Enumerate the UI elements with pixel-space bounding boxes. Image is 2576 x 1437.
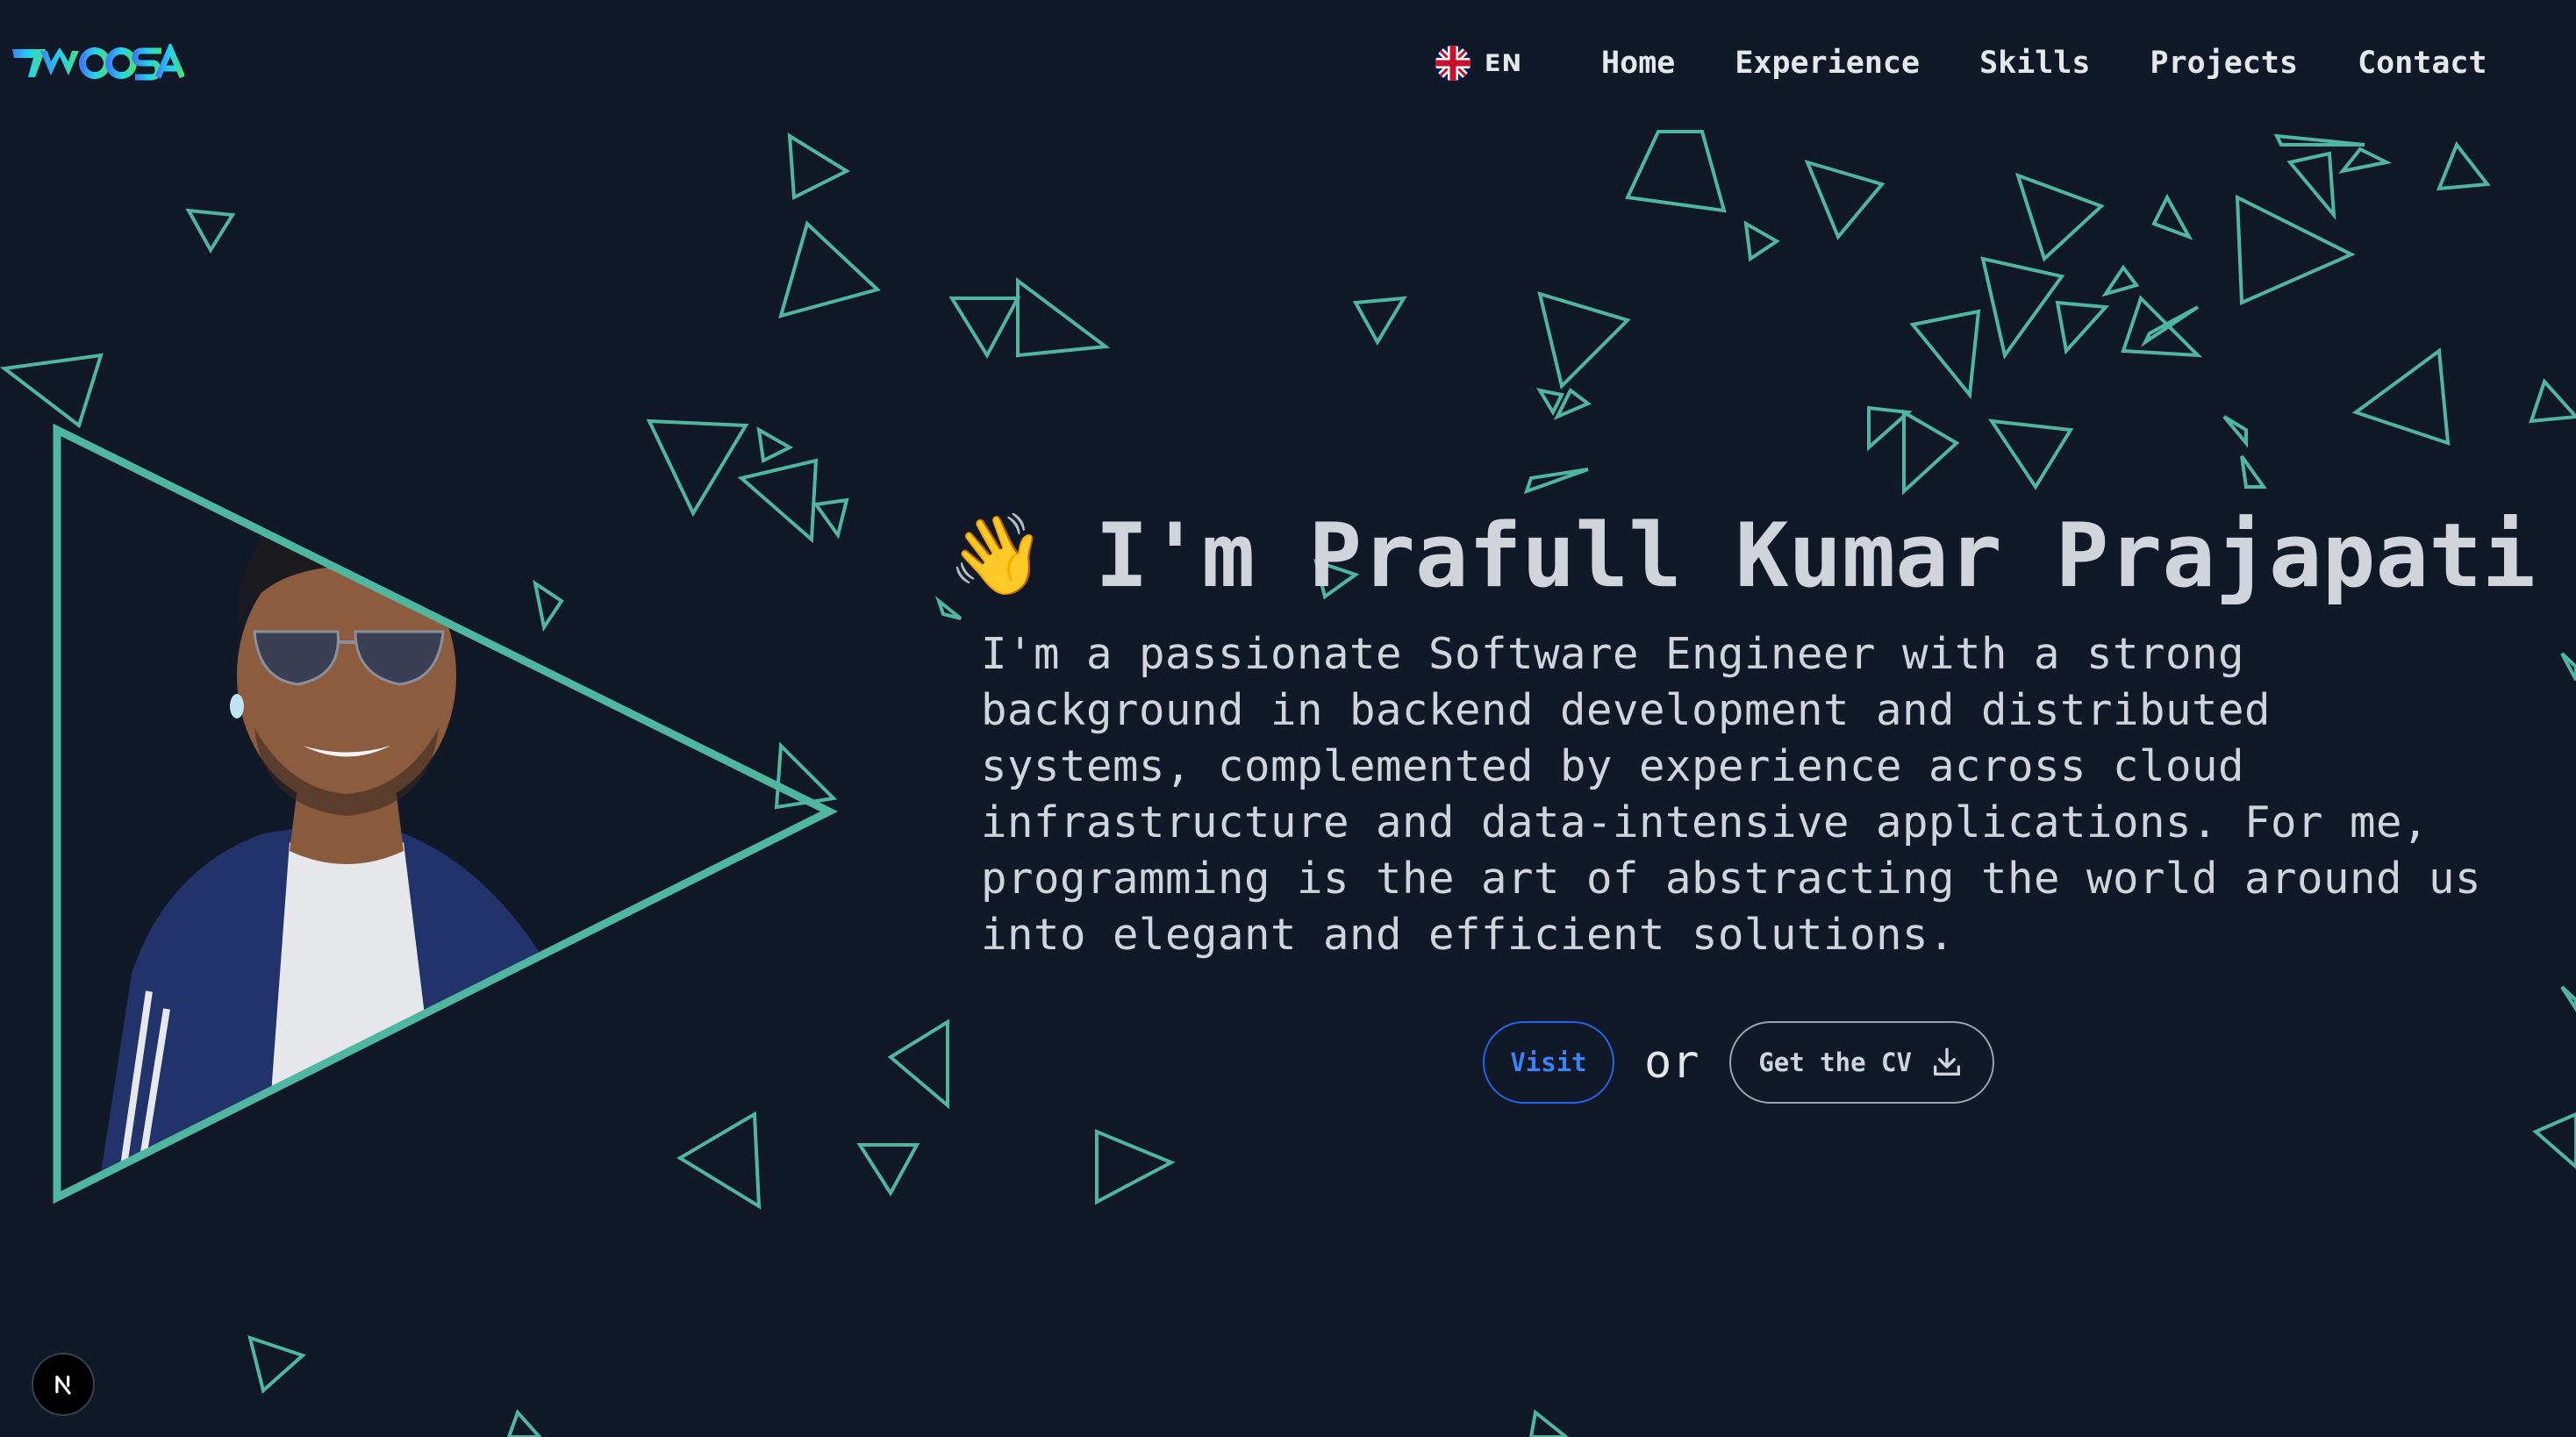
visit-button[interactable]: Visit (1483, 1021, 1614, 1104)
language-switcher[interactable]: EN (1435, 46, 1522, 81)
main-nav: EN Home Experience Skills Projects Conta… (1435, 39, 2487, 88)
page: EN Home Experience Skills Projects Conta… (0, 0, 2576, 1437)
hero-title: I'm Prafull Kumar Prajapati (1095, 504, 2536, 607)
get-cv-label: Get the CV (1758, 1047, 1912, 1077)
or-text: or (1644, 1036, 1699, 1089)
language-label: EN (1485, 49, 1523, 77)
get-cv-button[interactable]: Get the CV (1728, 1021, 1994, 1104)
nav-experience[interactable]: Experience (1735, 46, 1920, 81)
nextjs-icon (55, 1375, 71, 1395)
uk-flag-icon (1435, 46, 1470, 81)
nav-skills[interactable]: Skills (1979, 46, 2090, 81)
nav-projects[interactable]: Projects (2150, 46, 2299, 81)
nav-home[interactable]: Home (1601, 46, 1675, 81)
download-icon (1933, 1047, 1960, 1076)
profile-photo (53, 423, 839, 1205)
hero-bio: I'm a passionate Software Engineer with … (981, 629, 2482, 960)
site-logo[interactable] (11, 44, 184, 82)
nav-contact[interactable]: Contact (2358, 46, 2487, 81)
hero-heading: 👋 I'm Prafull Kumar Prajapati (948, 504, 2536, 607)
nextjs-dev-badge[interactable] (32, 1353, 95, 1416)
waving-hand-emoji: 👋 (948, 509, 1047, 601)
hero-actions: Visit or Get the CV (1483, 1021, 1994, 1104)
